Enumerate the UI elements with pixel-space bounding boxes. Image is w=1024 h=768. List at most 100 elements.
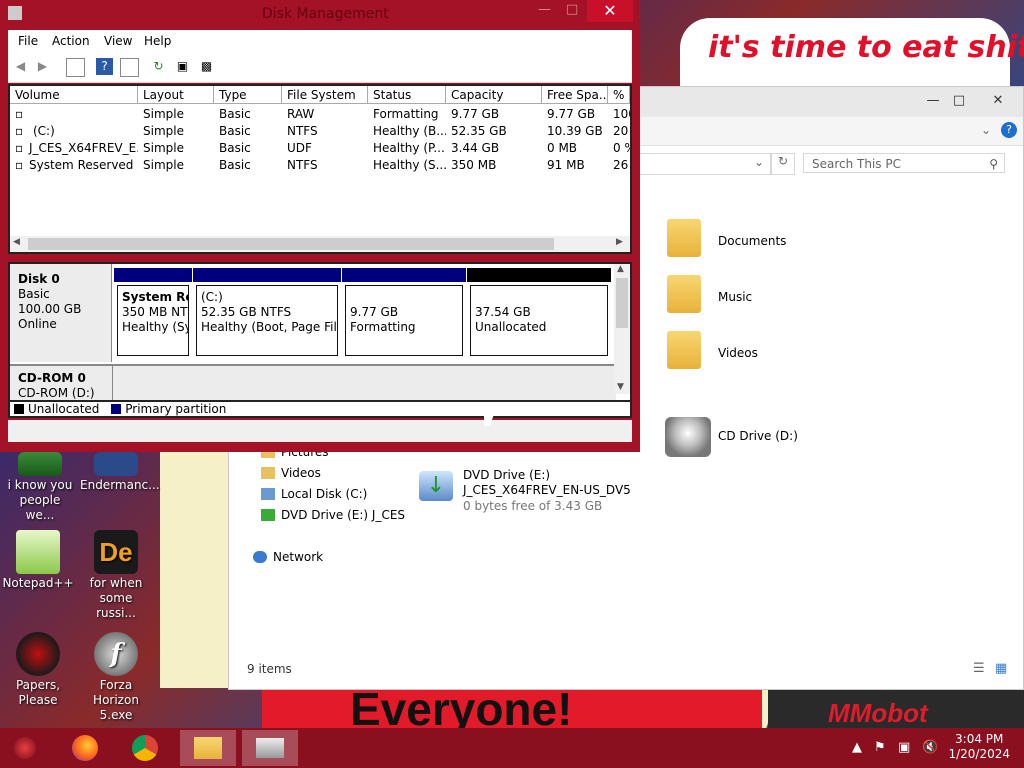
scroll-thumb[interactable]: [616, 278, 628, 328]
network-icon[interactable]: ▣: [898, 740, 910, 755]
menu-view[interactable]: View: [104, 34, 132, 48]
chevron-down-icon[interactable]: ⌄: [981, 123, 991, 137]
minimize-icon[interactable]: —: [921, 93, 945, 109]
scroll-thumb[interactable]: [28, 238, 554, 250]
maximize-icon[interactable]: □: [566, 2, 578, 17]
nav-item-local-disk[interactable]: Local Disk (C:): [261, 487, 367, 501]
desktop-icon-label: Papers, Please: [15, 678, 61, 707]
minimize-icon[interactable]: —: [538, 2, 551, 17]
maximize-icon[interactable]: □: [947, 93, 971, 109]
show-hidden-icons-icon[interactable]: ▲: [852, 740, 862, 755]
chevron-down-icon[interactable]: ⌄: [754, 155, 764, 169]
partition-c[interactable]: (C:) 52.35 GB NTFS Healthy (Boot, Page F…: [193, 268, 341, 358]
cdrom-row[interactable]: CD-ROM 0 CD-ROM (D:): [10, 364, 616, 402]
shortcut-icon: [94, 452, 138, 476]
partition-box: (C:) 52.35 GB NTFS Healthy (Boot, Page F…: [196, 285, 338, 356]
column-header-capacity[interactable]: Capacity: [446, 86, 542, 104]
disk-name: Disk 0: [18, 272, 60, 286]
cell-type: Basic: [219, 158, 251, 172]
cell-capacity: 52.35 GB: [451, 124, 507, 138]
cd-drive-icon[interactable]: [665, 417, 711, 457]
taskbar-firefox[interactable]: [58, 730, 114, 766]
console-tree-icon[interactable]: [66, 58, 85, 77]
taskbar-explorer[interactable]: [180, 730, 236, 766]
music-folder-icon[interactable]: [667, 275, 701, 313]
desktop-icon-forza[interactable]: f Forza Horizon 5.exe: [80, 632, 152, 723]
taskbar-chrome[interactable]: [118, 730, 174, 766]
properties-icon[interactable]: [120, 58, 139, 77]
scroll-left-icon[interactable]: ◀: [13, 237, 20, 247]
scroll-right-icon[interactable]: ▶: [616, 237, 623, 247]
window-title: Disk Management: [262, 6, 389, 22]
nav-item-network[interactable]: Network: [253, 550, 323, 564]
partition-system-reserved[interactable]: System Res 350 MB NTF Healthy (Sys: [114, 268, 192, 358]
partition-bar: [193, 268, 341, 282]
partition-size: 350 MB NTF: [122, 305, 189, 319]
rescan-icon[interactable]: ▣: [174, 58, 191, 75]
volume-muted-icon[interactable]: 🔇: [922, 740, 938, 755]
refresh-icon[interactable]: ↻: [150, 58, 167, 75]
dvd-drive-icon[interactable]: ↓: [419, 471, 453, 501]
column-header-layout[interactable]: Layout: [138, 86, 214, 104]
desktop-icon-notepadpp[interactable]: Notepad++: [2, 530, 74, 591]
mouse-cursor-icon: [484, 408, 496, 426]
large-icons-view-icon[interactable]: ▦: [995, 661, 1007, 676]
column-header-status[interactable]: Status: [368, 86, 446, 104]
cell-status: Healthy (B...: [373, 124, 446, 138]
videos-folder-icon[interactable]: [667, 331, 701, 369]
desktop-icon-label: for when some russi...: [89, 576, 143, 620]
start-icon: [14, 737, 36, 759]
clock[interactable]: 3:04 PM 1/20/2024: [948, 732, 1010, 762]
cell-status: Formatting: [373, 107, 439, 121]
folder-music[interactable]: Music: [718, 290, 752, 304]
dvd-drive-free: 0 bytes free of 3.43 GB: [463, 499, 603, 513]
scroll-down-icon[interactable]: ▼: [617, 382, 624, 392]
chrome-icon: [132, 735, 158, 761]
desktop-icon-russian[interactable]: De for when some russi...: [80, 530, 152, 621]
dvd-drive-name[interactable]: DVD Drive (E:): [463, 468, 550, 482]
taskbar-disk-management[interactable]: [242, 730, 298, 766]
vertical-scrollbar[interactable]: ▲ ▼: [614, 264, 630, 394]
column-header-filesystem[interactable]: File System: [282, 86, 368, 104]
close-icon[interactable]: ✕: [981, 93, 1015, 109]
network-icon: [253, 551, 267, 563]
desktop-icon-label: Endermanc...: [80, 478, 160, 492]
nav-item-dvd-drive[interactable]: DVD Drive (E:) J_CES: [261, 508, 405, 522]
disk-0-info[interactable]: Disk 0 Basic 100.00 GB Online: [10, 264, 112, 362]
settings-icon[interactable]: ▩: [198, 58, 215, 75]
cd-drive-label[interactable]: CD Drive (D:): [718, 429, 798, 443]
action-center-flag-icon[interactable]: ⚑: [874, 740, 886, 755]
partition-formatting[interactable]: 9.77 GB Formatting: [342, 268, 466, 358]
search-input[interactable]: Search This PC ⚲: [803, 153, 1005, 173]
forward-arrow-icon[interactable]: ▶: [34, 58, 51, 75]
help-icon[interactable]: ?: [1001, 122, 1017, 138]
menu-file[interactable]: File: [18, 34, 38, 48]
scroll-up-icon[interactable]: ▲: [617, 264, 624, 274]
folder-videos[interactable]: Videos: [718, 346, 758, 360]
partition-name: System Res: [122, 290, 188, 304]
disk-management-icon: [256, 738, 284, 758]
cell-percent-free: 0 %: [613, 141, 630, 155]
refresh-button[interactable]: ↻: [771, 153, 795, 175]
toolbar: ◀ ▶ ? ↻ ▣ ▩: [8, 52, 632, 83]
column-header-free-space[interactable]: Free Spa...: [542, 86, 608, 104]
partition-unallocated[interactable]: 37.54 GB Unallocated: [467, 268, 611, 358]
column-header-percent-free[interactable]: % F: [608, 86, 630, 104]
desktop-icon-video[interactable]: i know you people we...: [4, 452, 76, 523]
details-view-icon[interactable]: ☰: [973, 661, 985, 676]
start-button[interactable]: [4, 730, 60, 766]
column-header-type[interactable]: Type: [214, 86, 282, 104]
desktop-icon-papers-please[interactable]: Papers, Please: [2, 632, 74, 708]
folder-documents[interactable]: Documents: [718, 234, 786, 248]
menu-action[interactable]: Action: [52, 34, 90, 48]
horizontal-scrollbar[interactable]: ◀ ▶: [10, 236, 630, 252]
desktop-icon-endermanch[interactable]: Endermanc...: [80, 452, 160, 493]
nav-item-videos[interactable]: Videos: [261, 466, 321, 480]
close-button[interactable]: ✕: [587, 0, 633, 22]
help-icon[interactable]: ?: [96, 58, 113, 75]
menu-help[interactable]: Help: [144, 34, 171, 48]
back-arrow-icon[interactable]: ◀: [12, 58, 29, 75]
column-header-volume[interactable]: Volume: [10, 86, 138, 104]
documents-folder-icon[interactable]: [667, 219, 701, 257]
cell-percent-free: 20: [613, 124, 629, 138]
